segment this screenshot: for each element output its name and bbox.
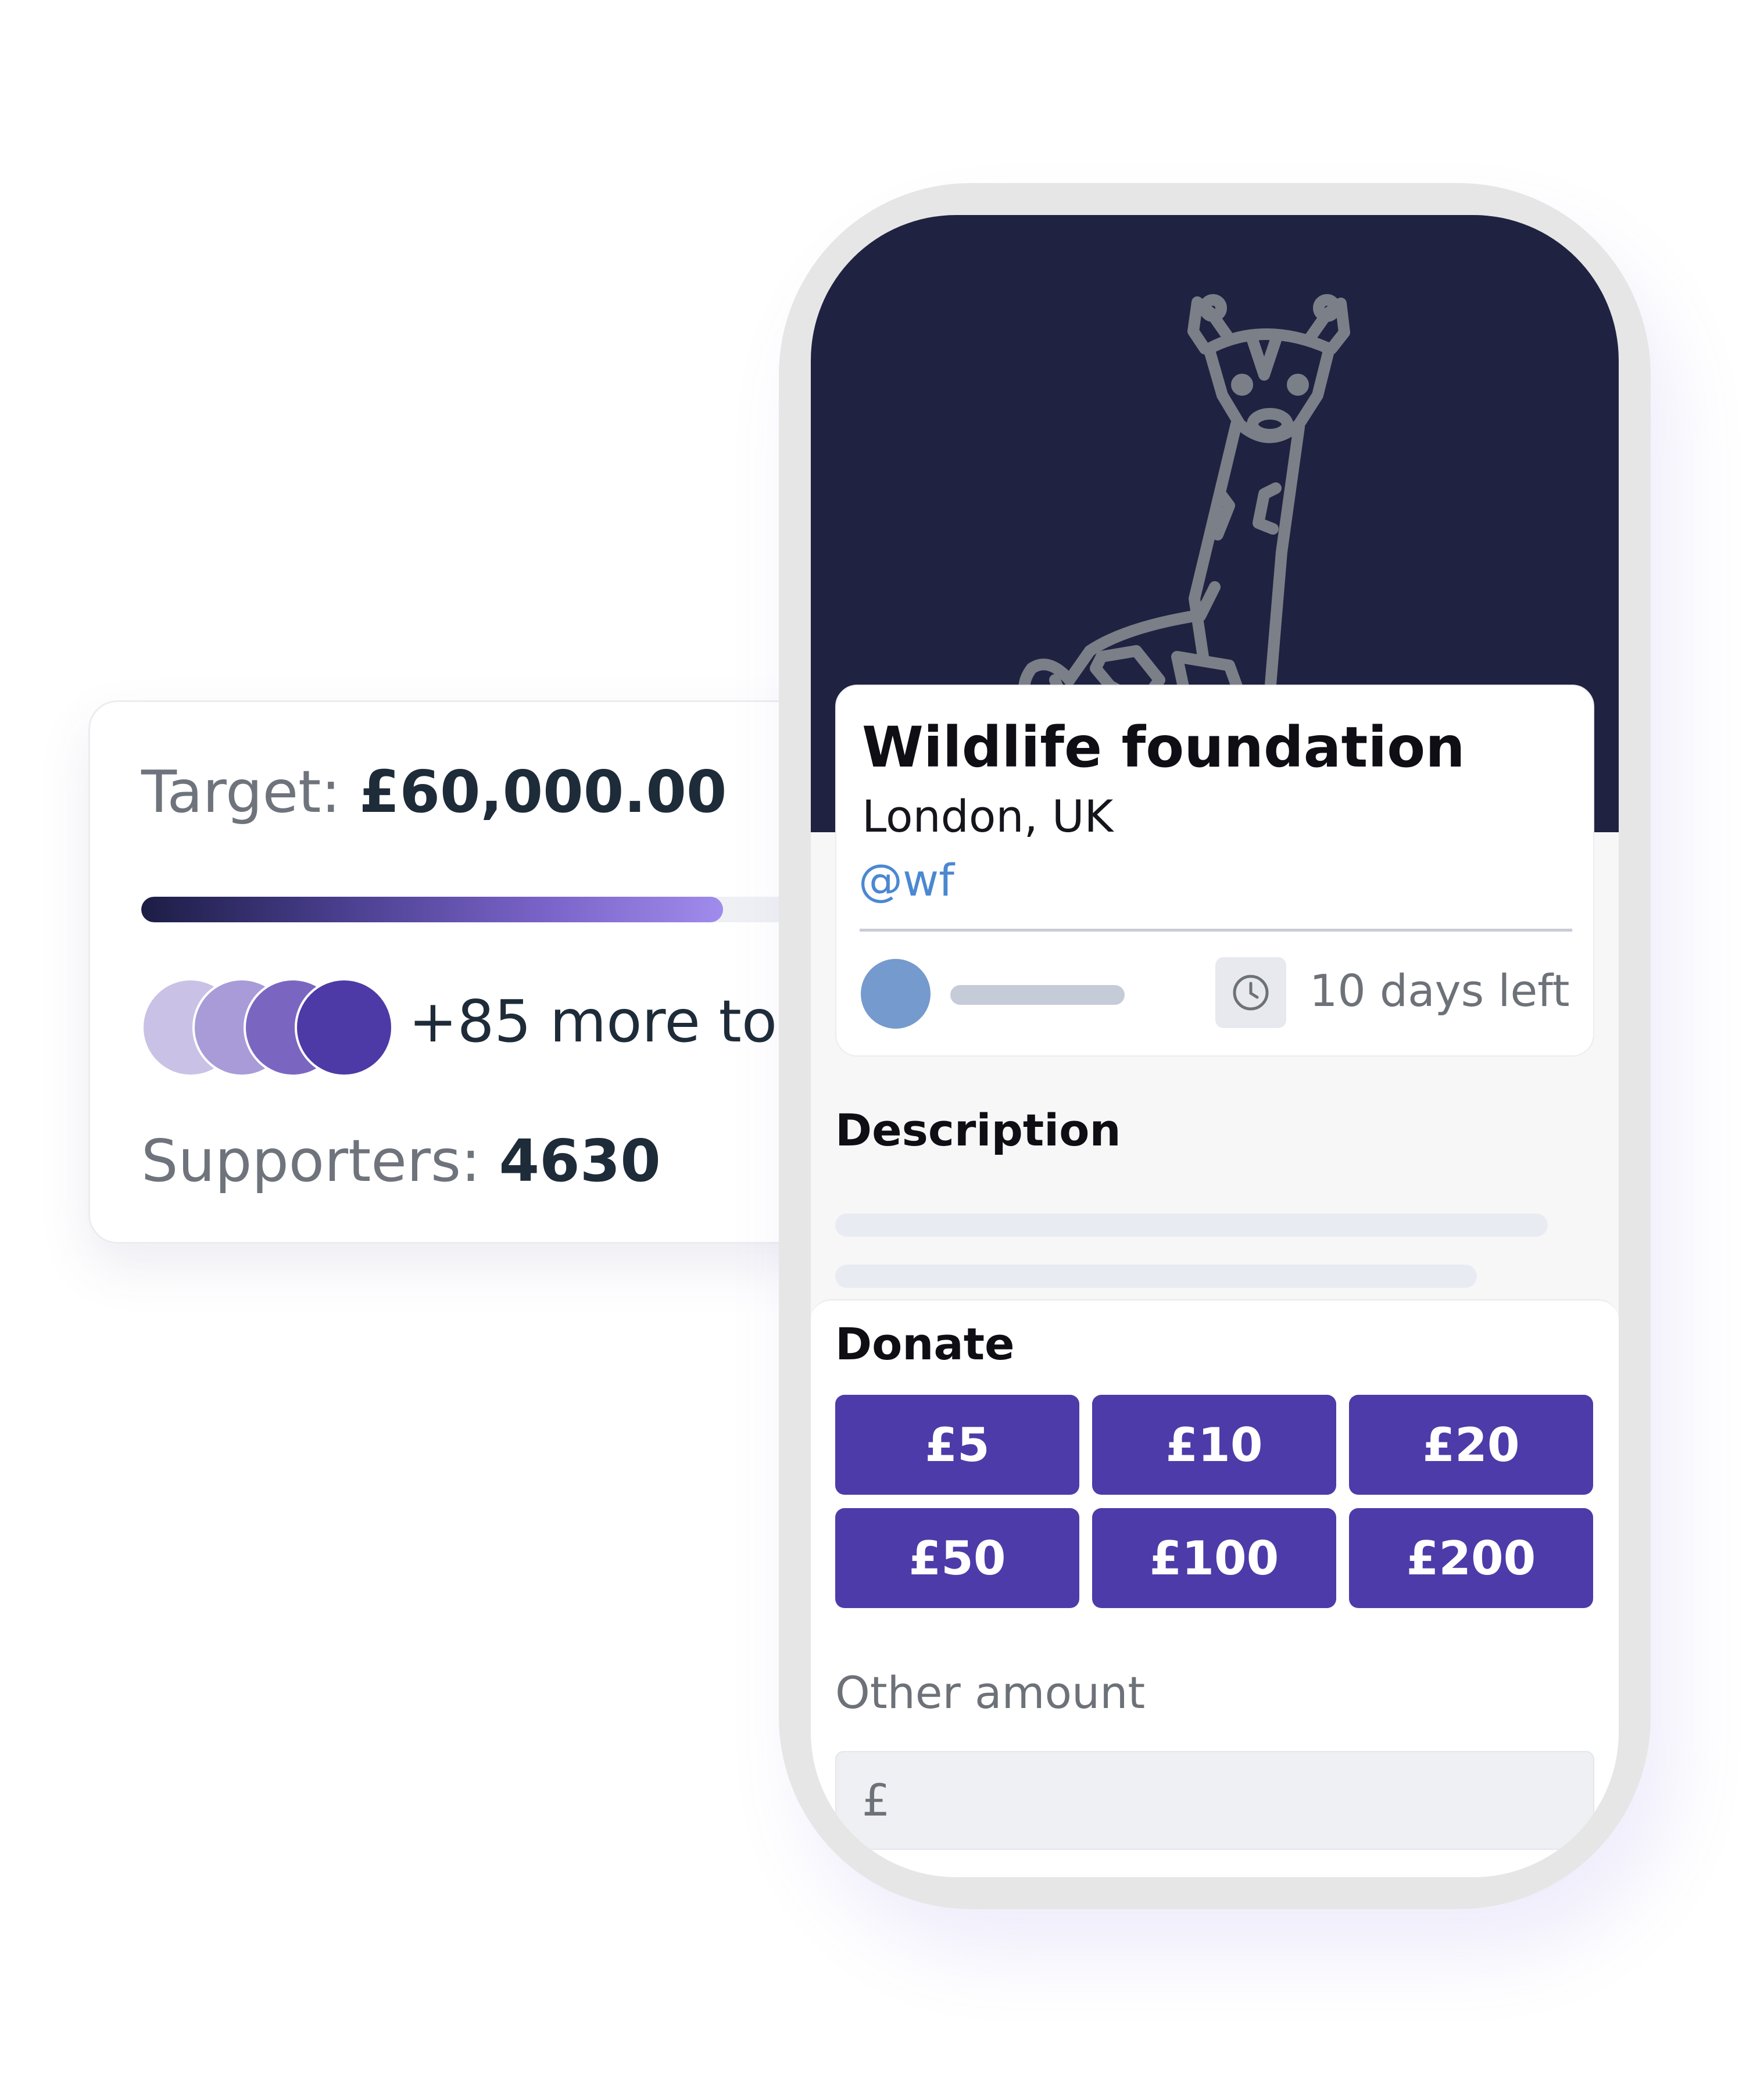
organization-name: Wildlife foundation: [862, 715, 1465, 780]
phone-screen[interactable]: Wildlife foundation London, UK @wf 10 da…: [811, 215, 1619, 1877]
supporter-avatars: [141, 978, 409, 1077]
page: Target: £60,000.00 +85 more today Suppor…: [0, 0, 1764, 2073]
days-left-text: 10 days left: [1309, 965, 1570, 1016]
target-value: £60,000.00: [359, 758, 727, 826]
phone-frame: Wildlife foundation London, UK @wf 10 da…: [779, 183, 1651, 1909]
supporters-row: Supporters: 4630: [141, 1126, 661, 1196]
description-heading: Description: [835, 1104, 1121, 1156]
organizer-avatar: [861, 959, 931, 1029]
donate-20-button[interactable]: £20: [1349, 1395, 1593, 1495]
donate-10-button[interactable]: £10: [1092, 1395, 1336, 1495]
other-amount-label: Other amount: [835, 1667, 1146, 1718]
donate-heading: Donate: [835, 1318, 1015, 1370]
supporters-value: 4630: [499, 1127, 661, 1195]
target-label: Target:: [141, 758, 341, 826]
supporter-avatar: [295, 978, 393, 1077]
organizer-name-placeholder: [950, 985, 1125, 1005]
clock-icon: [1233, 975, 1269, 1011]
organization-handle-link[interactable]: @wf: [858, 854, 954, 906]
description-text-placeholder: [835, 1213, 1548, 1237]
donate-200-button[interactable]: £200: [1349, 1508, 1593, 1608]
donate-section: Donate £5 £10 £20 £50 £100 £200 Other am…: [811, 1299, 1619, 1877]
target-row: Target: £60,000.00: [141, 757, 727, 827]
description-text-placeholder: [835, 1265, 1477, 1288]
stats-card: Target: £60,000.00 +85 more today Suppor…: [88, 700, 847, 1244]
divider: [860, 929, 1572, 932]
supporters-label: Supporters:: [141, 1127, 481, 1195]
other-amount-input[interactable]: £: [835, 1751, 1594, 1850]
currency-prefix: £: [862, 1774, 890, 1826]
donate-5-button[interactable]: £5: [835, 1395, 1079, 1495]
organization-location: London, UK: [862, 790, 1114, 842]
donate-100-button[interactable]: £100: [1092, 1508, 1336, 1608]
donate-50-button[interactable]: £50: [835, 1508, 1079, 1608]
funding-progress-fill: [141, 897, 723, 922]
campaign-info-card: Wildlife foundation London, UK @wf 10 da…: [835, 685, 1594, 1057]
time-remaining-badge: [1215, 957, 1286, 1028]
funding-progress-bar: [141, 897, 846, 922]
donation-amount-grid: £5 £10 £20 £50 £100 £200: [835, 1395, 1595, 1608]
